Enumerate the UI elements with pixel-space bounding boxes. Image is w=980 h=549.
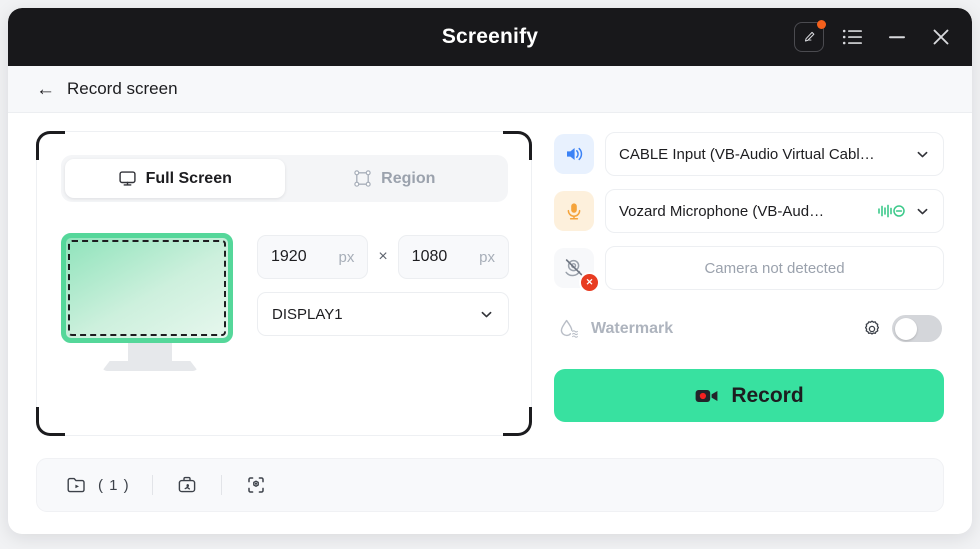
watermark-toggle[interactable]	[892, 315, 942, 342]
microphone-icon	[567, 203, 581, 220]
monitor-illustration	[61, 227, 239, 371]
record-button[interactable]: Record	[554, 369, 944, 422]
height-value: 1080	[411, 248, 448, 265]
watermark-row: Watermark	[554, 315, 944, 342]
title-bar: Screenify	[8, 8, 972, 66]
notification-badge	[817, 20, 826, 29]
toggle-knob	[895, 317, 917, 340]
height-unit: px	[479, 248, 495, 266]
pencil-edit-icon	[804, 31, 814, 41]
close-icon	[933, 29, 949, 45]
error-x-icon: ✕	[579, 272, 600, 293]
microphone-select[interactable]: Vozard Microphone (VB-Aud…	[605, 189, 944, 233]
menu-button[interactable]	[838, 22, 868, 52]
toolbox-icon	[178, 476, 195, 493]
tab-full-screen-label: Full Screen	[145, 169, 232, 187]
camera-row: ✕ Camera not detected	[554, 246, 944, 293]
bottom-toolbar: ( 1 )	[36, 458, 944, 512]
capture-preview-row: 1920 px × 1080 px DISPLAY1	[61, 227, 509, 371]
scan-target-icon	[247, 477, 264, 493]
monitor-icon	[119, 171, 136, 186]
sub-header: ← Record screen	[8, 66, 972, 113]
speaker-select-value: CABLE Input (VB-Audio Virtual Cabl…	[619, 145, 875, 163]
capture-mode-tabs: Full Screen Region	[61, 155, 508, 202]
speaker-row: CABLE Input (VB-Audio Virtual Cabl…	[554, 132, 944, 176]
minimize-button[interactable]	[882, 22, 912, 52]
audio-level-icon	[878, 204, 905, 218]
display-select[interactable]: DISPLAY1	[257, 292, 509, 336]
watermark-droplet-icon	[560, 319, 578, 338]
speaker-icon-button[interactable]	[554, 134, 594, 174]
close-button[interactable]	[926, 22, 956, 52]
folder-open-icon	[67, 477, 85, 493]
toolbar-divider	[151, 475, 153, 495]
recordings-count: ( 1 )	[98, 476, 130, 494]
window-actions	[794, 20, 956, 52]
corner-bracket-top-right	[503, 131, 532, 160]
recordings-folder-button[interactable]: ( 1 )	[65, 473, 130, 497]
watermark-label: Watermark	[591, 319, 674, 337]
capture-settings-card: Full Screen Region 1920 px × 1080 px DIS…	[36, 131, 532, 436]
dimension-separator: ×	[378, 248, 388, 265]
width-input[interactable]: 1920 px	[257, 235, 369, 279]
corner-bracket-bottom-left	[36, 407, 65, 436]
page-title: Record screen	[67, 79, 178, 98]
toolbar-divider-2	[220, 475, 222, 495]
minimize-icon	[889, 36, 905, 39]
monitor-neck	[128, 343, 172, 361]
scan-button[interactable]	[244, 473, 268, 497]
tab-full-screen[interactable]: Full Screen	[65, 159, 285, 198]
back-arrow-icon[interactable]: ←	[36, 80, 55, 99]
microphone-icon-button[interactable]	[554, 191, 594, 231]
monitor-base	[102, 361, 198, 371]
height-input[interactable]: 1080 px	[397, 235, 509, 279]
chevron-down-icon	[917, 151, 928, 157]
speaker-icon	[567, 147, 583, 161]
display-select-value: DISPLAY1	[272, 305, 343, 323]
list-menu-icon	[842, 29, 862, 45]
corner-bracket-top-left	[36, 131, 65, 160]
tab-region[interactable]: Region	[285, 159, 505, 198]
app-window: Screenify ← Record screen Full Screen Re…	[8, 8, 972, 534]
resolution-row: 1920 px × 1080 px	[257, 235, 509, 279]
chevron-down-icon	[481, 311, 492, 317]
edit-button[interactable]	[794, 20, 826, 52]
video-camera-icon	[695, 389, 718, 402]
crop-region-icon	[354, 170, 371, 187]
microphone-row: Vozard Microphone (VB-Aud…	[554, 189, 944, 233]
camera-icon-button[interactable]: ✕	[554, 248, 600, 293]
width-unit: px	[338, 248, 355, 266]
microphone-select-value: Vozard Microphone (VB-Aud…	[619, 202, 825, 220]
speaker-select[interactable]: CABLE Input (VB-Audio Virtual Cabl…	[605, 132, 944, 176]
corner-bracket-bottom-right	[503, 407, 532, 436]
monitor-screen	[61, 233, 233, 343]
camera-status: Camera not detected	[605, 246, 944, 290]
gear-icon[interactable]	[861, 318, 883, 340]
app-root: Screenify ← Record screen Full Screen Re…	[0, 0, 980, 549]
selection-dashed-border	[68, 240, 226, 336]
tools-button[interactable]	[175, 473, 199, 497]
record-button-label: Record	[731, 383, 804, 407]
tab-region-label: Region	[381, 169, 436, 187]
size-fields: 1920 px × 1080 px DISPLAY1	[257, 227, 509, 371]
camera-status-label: Camera not detected	[704, 259, 845, 277]
chevron-down-icon	[917, 208, 928, 214]
edit-button-box	[794, 20, 826, 52]
width-value: 1920	[271, 248, 307, 265]
